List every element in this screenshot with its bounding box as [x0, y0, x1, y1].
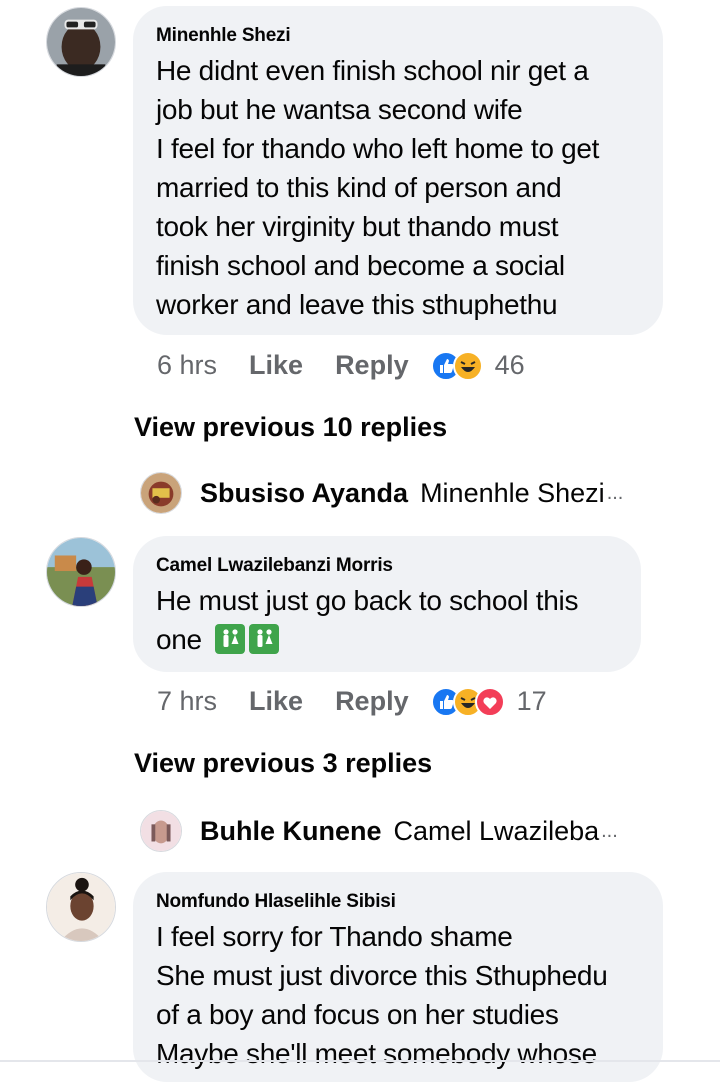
- comment-bubble-2: Camel Lwazilebanzi Morris He must just g…: [133, 536, 641, 672]
- comment-line: She must just divorce this Sthuphedu: [156, 960, 608, 991]
- avatar-buhle-kunene: [140, 810, 182, 852]
- view-previous-replies-button[interactable]: View previous 10 replies: [134, 412, 447, 443]
- comment-meta-2: 7 hrs Like Reply 17: [157, 686, 547, 717]
- reaction-count[interactable]: 17: [517, 686, 547, 717]
- comment-line: Maybe she'll meet somebody whose: [156, 1038, 597, 1069]
- comment-text: I feel sorry for Thando shame She must j…: [156, 917, 639, 1073]
- avatar-camel-lwazilebanzi-morris[interactable]: [46, 537, 116, 607]
- reply-ellipsis: ...: [601, 819, 618, 842]
- comment-line: I feel sorry for Thando shame: [156, 921, 513, 952]
- comment-author[interactable]: Camel Lwazilebanzi Morris: [156, 554, 617, 578]
- comment-line: married to this kind of person and: [156, 172, 562, 203]
- reaction-count[interactable]: 46: [495, 350, 525, 381]
- comment-text: He didnt even finish school nir get a jo…: [156, 51, 639, 324]
- reaction-summary[interactable]: [430, 350, 483, 381]
- reply-author[interactable]: Buhle Kunene: [200, 816, 382, 847]
- comment-time[interactable]: 6 hrs: [157, 350, 217, 381]
- comment-line: He must just go back to school this: [156, 585, 579, 616]
- comment-meta-1: 6 hrs Like Reply 46: [157, 350, 525, 381]
- latest-reply-preview[interactable]: Buhle Kunene Camel Lwazileba ...: [140, 810, 618, 852]
- comment-line: worker and leave this sthuphethu: [156, 289, 558, 320]
- latest-reply-preview[interactable]: Sbusiso Ayanda Minenhle Shezi ...: [140, 472, 623, 514]
- reply-button[interactable]: Reply: [335, 350, 409, 381]
- reply-snippet: Camel Lwazileba: [393, 815, 600, 846]
- love-reaction-icon: [474, 686, 505, 717]
- reaction-summary[interactable]: [430, 686, 505, 717]
- avatar-image: [47, 538, 115, 606]
- reply-button[interactable]: Reply: [335, 686, 409, 717]
- comment-text: He must just go back to school this one: [156, 581, 617, 659]
- avatar-minenhle-shezi[interactable]: [46, 7, 116, 77]
- restroom-sign-icon: [215, 623, 246, 654]
- comment-line: job but he wantsa second wife: [156, 94, 523, 125]
- view-previous-replies-button[interactable]: View previous 3 replies: [134, 748, 432, 779]
- comment-author[interactable]: Minenhle Shezi: [156, 24, 639, 48]
- comment-author[interactable]: Nomfundo Hlaselihle Sibisi: [156, 890, 639, 914]
- reply-ellipsis: ...: [606, 481, 624, 504]
- avatar-sbusiso-ayanda: [140, 472, 182, 514]
- avatar-nomfundo-hlaselihle-sibisi[interactable]: [46, 872, 116, 942]
- haha-reaction-icon: [452, 350, 483, 381]
- comment-line-with-emoji: one: [156, 620, 617, 659]
- reply-snippet: Minenhle Shezi: [420, 477, 605, 508]
- restroom-sign-icon: [249, 623, 280, 654]
- comment-line: one: [156, 624, 202, 655]
- comment-line: of a boy and focus on her studies: [156, 999, 559, 1030]
- comment-line: took her virginity but thando must: [156, 211, 559, 242]
- comment-bubble-1: Minenhle Shezi He didnt even finish scho…: [133, 6, 663, 335]
- avatar-image: [47, 8, 115, 76]
- comment-line: He didnt even finish school nir get a: [156, 55, 589, 86]
- comment-line: I feel for thando who left home to get: [156, 133, 600, 164]
- like-button[interactable]: Like: [249, 686, 303, 717]
- comment-line: finish school and become a social: [156, 250, 565, 281]
- reply-author[interactable]: Sbusiso Ayanda: [200, 478, 408, 509]
- avatar-image: [47, 873, 115, 941]
- comment-time[interactable]: 7 hrs: [157, 686, 217, 717]
- comment-bubble-3: Nomfundo Hlaselihle Sibisi I feel sorry …: [133, 872, 663, 1082]
- like-button[interactable]: Like: [249, 350, 303, 381]
